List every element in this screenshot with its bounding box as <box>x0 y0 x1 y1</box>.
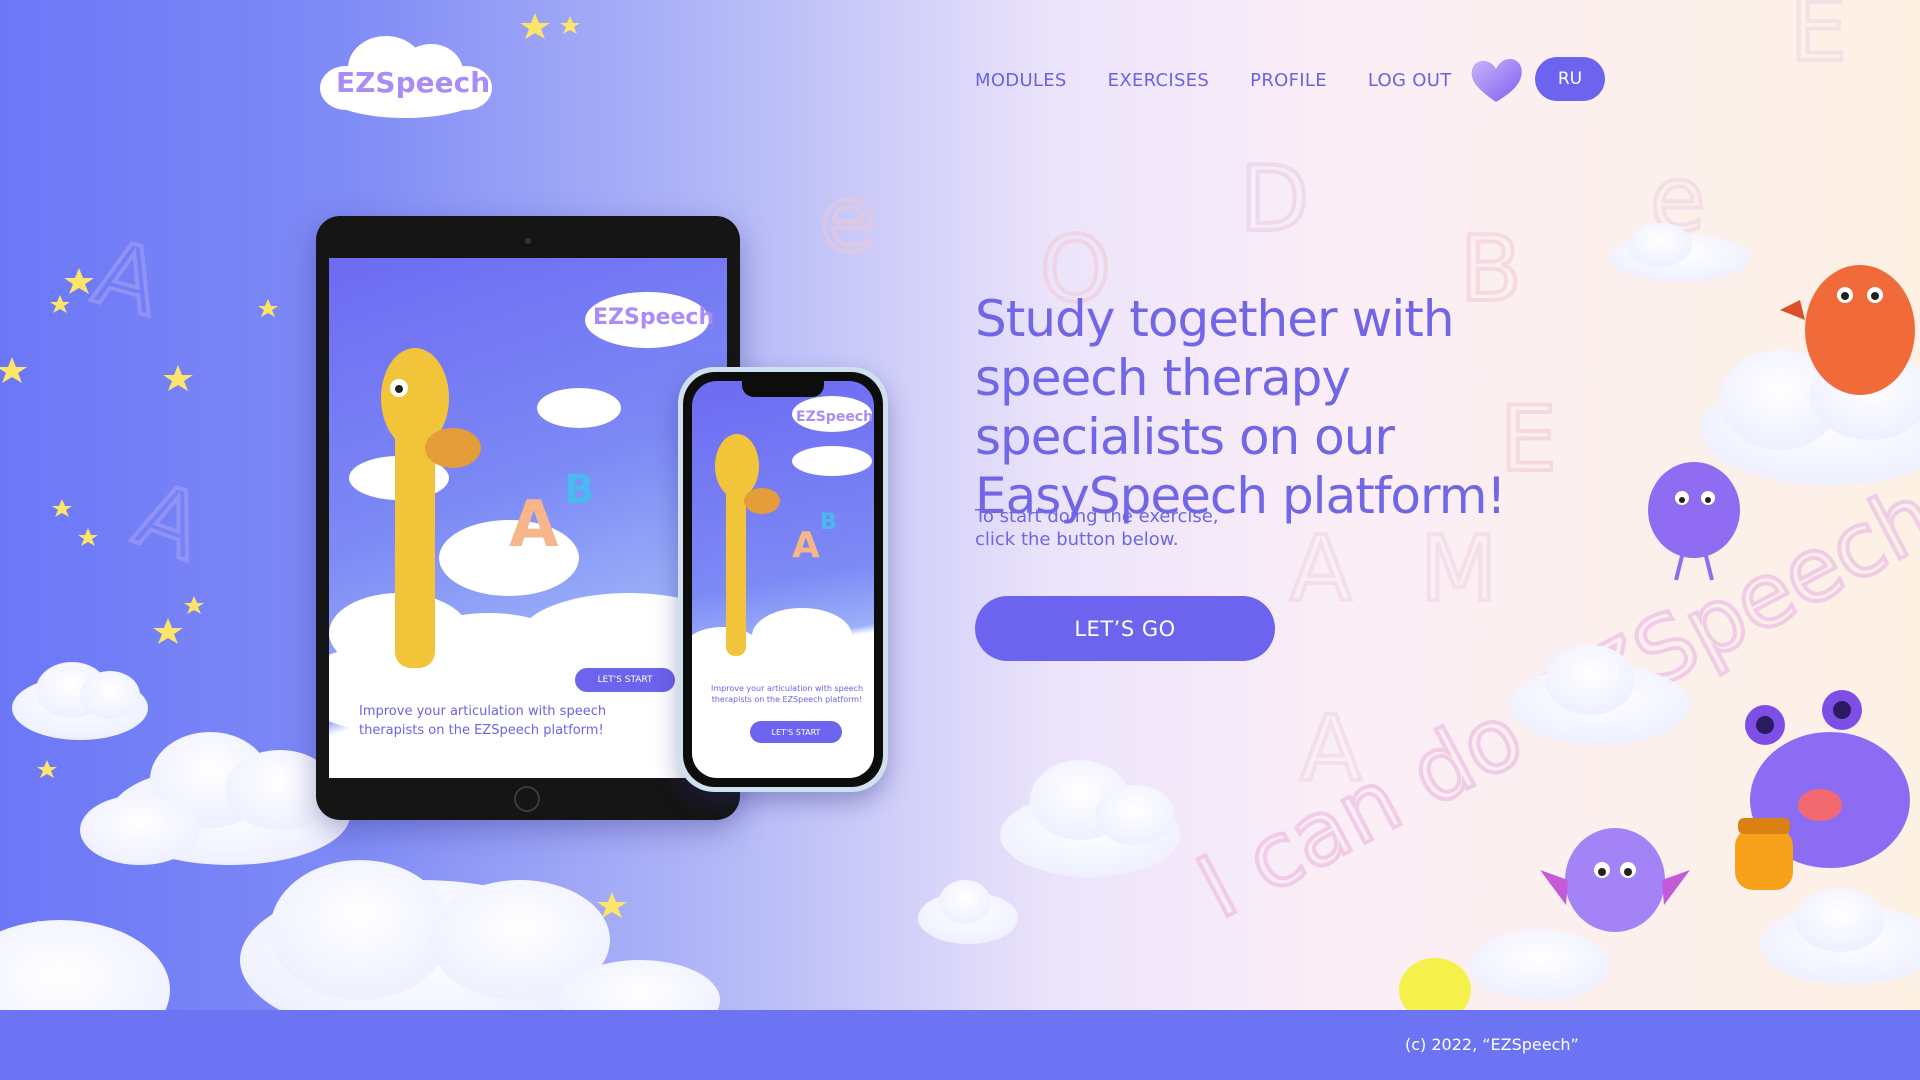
svg-text:A: A <box>509 488 559 562</box>
tablet-mockup: EZSpeech A B Improve your articulation w… <box>316 216 740 820</box>
logo-cloud-icon: EZSpeech <box>320 36 492 118</box>
tablet-start-button[interactable]: LET'S START <box>575 668 675 692</box>
hero-title: Study together with speech therapy speci… <box>975 290 1506 525</box>
copyright-text: (c) 2022, “EZSpeech” <box>1405 1035 1579 1054</box>
phone-start-button[interactable]: LET'S START <box>750 721 842 743</box>
nav-profile[interactable]: PROFILE <box>1250 70 1327 91</box>
hero-subtitle: To start doing the exercise, click the b… <box>975 506 1219 550</box>
lets-go-button[interactable]: LET’S GO <box>975 596 1275 661</box>
phone-screen: EZSpeech A B Improve your articulation w… <box>692 381 874 778</box>
svg-text:E: E <box>1790 0 1847 82</box>
phone-mockup: EZSpeech A B Improve your articulation w… <box>678 367 888 792</box>
heart-icon[interactable] <box>1468 56 1524 104</box>
svg-text:D: D <box>1240 147 1309 252</box>
phone-giraffe-illustration-icon: EZSpeech A B <box>692 396 874 721</box>
main-nav: MODULES EXERCISES PROFILE LOG OUT <box>975 70 1452 91</box>
background-decoration: A A D B A E M A e e O E I can do EZSpeec… <box>0 0 1920 1010</box>
giraffe-illustration-icon: EZSpeech A B <box>329 292 727 748</box>
footer <box>0 1010 1920 1080</box>
monster-yellow-icon <box>1399 958 1471 1010</box>
nav-exercises[interactable]: EXERCISES <box>1108 70 1210 91</box>
phone-notch <box>742 381 824 397</box>
nav-logout[interactable]: LOG OUT <box>1368 70 1452 91</box>
language-button[interactable]: RU <box>1535 57 1605 101</box>
svg-text:M: M <box>1420 517 1498 622</box>
svg-text:A: A <box>1290 517 1352 622</box>
nav-modules[interactable]: MODULES <box>975 70 1067 91</box>
svg-text:A: A <box>792 525 820 566</box>
svg-text:e: e <box>820 167 875 272</box>
logo-text: EZSpeech <box>336 66 490 99</box>
tablet-logo-text: EZSpeech <box>593 305 714 330</box>
phone-logo-text: EZSpeech <box>796 409 873 425</box>
phone-caption: Improve your articulation with speech th… <box>710 684 864 704</box>
monster-winged-icon <box>1540 828 1690 932</box>
tablet-caption: Improve your articulation with speech th… <box>359 704 607 738</box>
tablet-screen: EZSpeech A B Improve your articulation w… <box>329 258 727 778</box>
svg-text:B: B <box>564 467 595 513</box>
honey-jar-icon <box>1735 818 1793 890</box>
hero-background: A A D B A E M A e e O E I can do EZSpeec… <box>0 0 1920 1010</box>
tablet-home-button <box>514 786 540 812</box>
tablet-camera <box>525 238 531 244</box>
svg-text:B: B <box>820 510 837 535</box>
logo[interactable]: EZSpeech <box>316 28 494 128</box>
svg-text:A: A <box>84 220 171 337</box>
svg-text:A: A <box>122 462 216 582</box>
